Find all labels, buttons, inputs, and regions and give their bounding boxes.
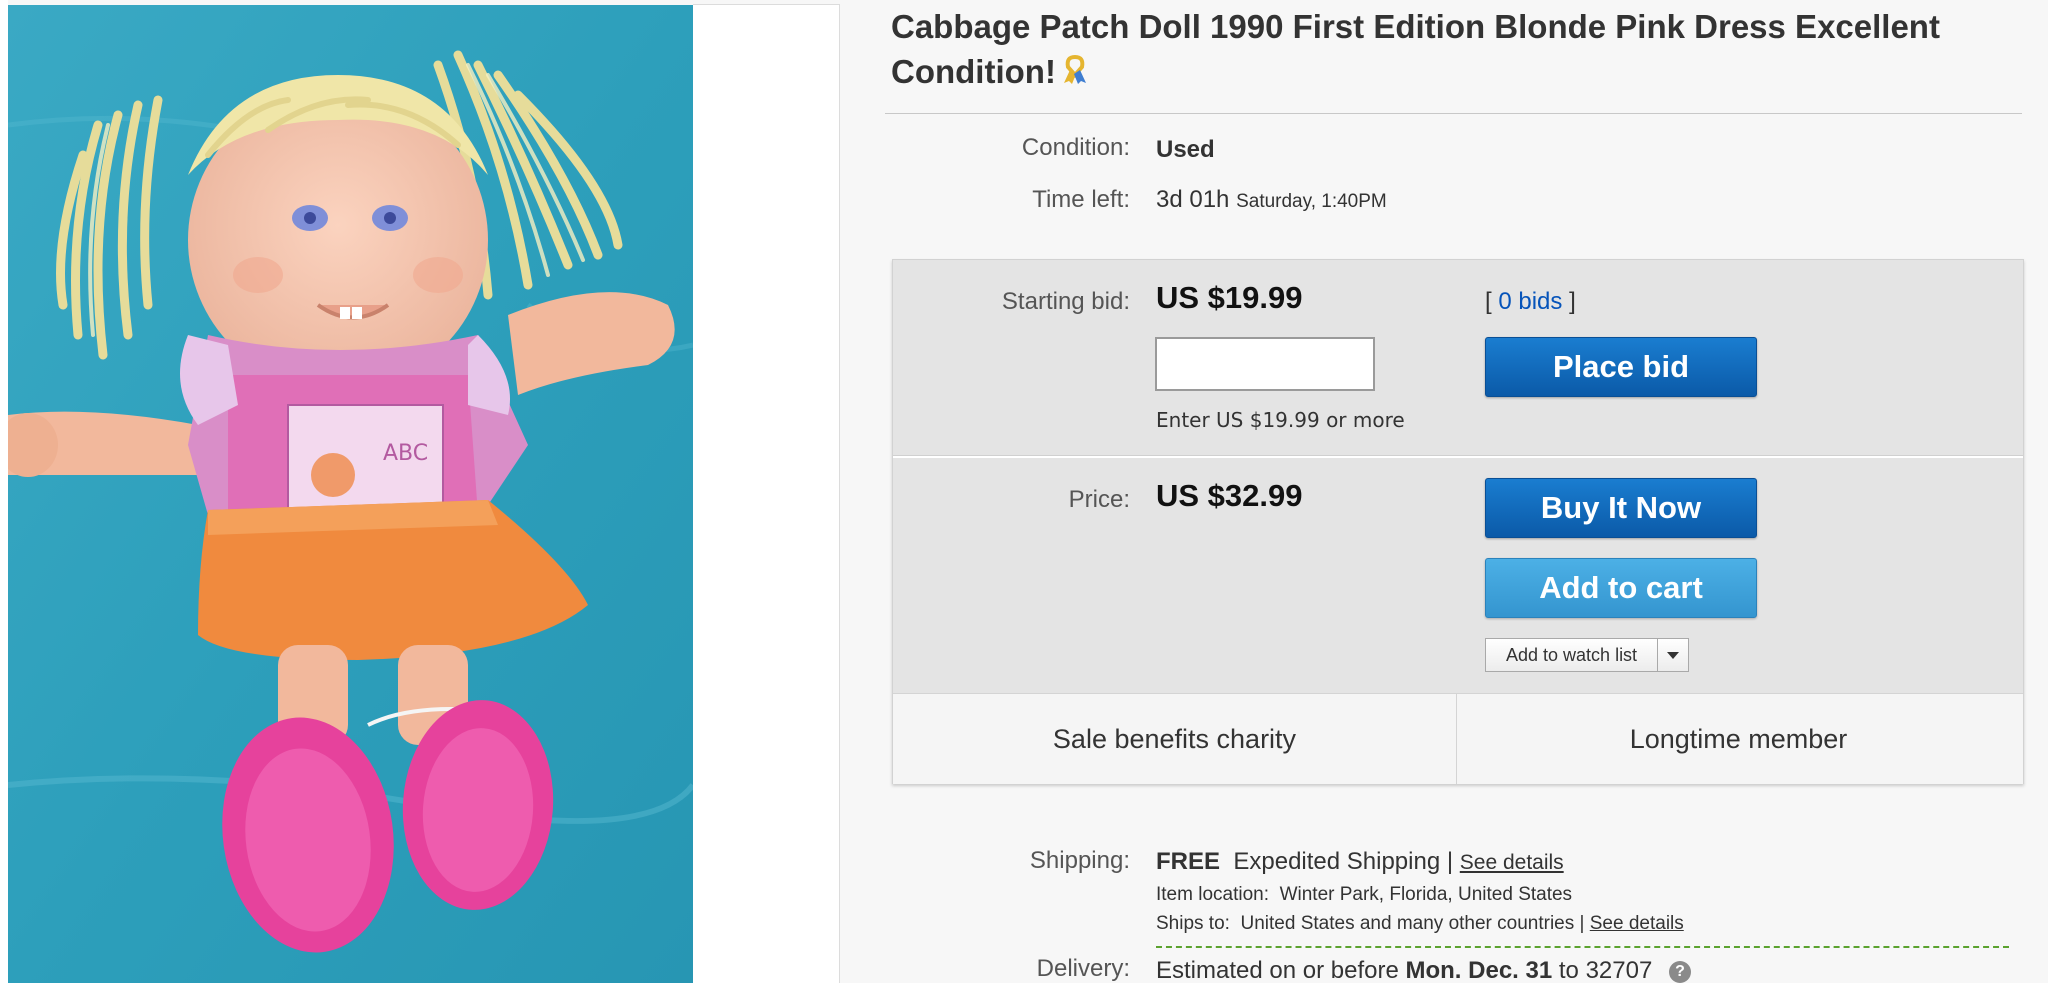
shipping-label: Shipping:: [1029, 847, 1130, 874]
title-divider: [885, 113, 2022, 114]
svg-text:ABC: ABC: [383, 441, 428, 466]
shipping-see-details-link[interactable]: See details: [1460, 851, 1564, 874]
item-location-label: Item location:: [1156, 884, 1269, 905]
add-to-cart-button[interactable]: Add to cart: [1485, 558, 1757, 618]
delivery-label: Delivery:: [1036, 955, 1130, 982]
delivery-date: Mon. Dec. 31: [1405, 957, 1553, 983]
bid-panel-footer: Sale benefits charity Longtime member: [893, 693, 2023, 784]
listing-title: Cabbage Patch Doll 1990 First Edition Bl…: [891, 4, 2031, 94]
bid-count-open: [: [1485, 288, 1492, 315]
bid-count: [ 0 bids ]: [1485, 288, 1576, 316]
bid-panel: Sale benefits charity Longtime member: [892, 259, 2024, 784]
bid-count-close: ]: [1569, 288, 1576, 315]
add-to-watch-list-button[interactable]: Add to watch list: [1486, 639, 1659, 671]
longtime-member[interactable]: Longtime member: [1457, 694, 2020, 784]
bid-amount-hint: Enter US $19.99 or more: [1156, 408, 1405, 432]
image-viewer-whitespace: [693, 4, 840, 983]
delivery-prefix: Estimated on or before: [1156, 957, 1399, 983]
item-location-value: Winter Park, Florida, United States: [1279, 884, 1573, 905]
time-left-end: Saturday, 1:40PM: [1236, 191, 1387, 212]
shipping-separator: |: [1446, 848, 1454, 875]
watch-list-dropdown-chevron-icon[interactable]: [1658, 639, 1688, 671]
time-left: 3d 01h Saturday, 1:40PM: [1156, 186, 1387, 214]
shipping-free: FREE: [1156, 848, 1221, 875]
price-label: Price:: [1068, 486, 1130, 513]
ships-to-separator: |: [1579, 913, 1585, 934]
ships-to-see-details-link[interactable]: See details: [1590, 913, 1684, 934]
ships-to: Ships to: United States and many other c…: [1156, 913, 1684, 935]
item-location: Item location: Winter Park, Florida, Uni…: [1156, 884, 1572, 906]
help-icon[interactable]: ?: [1668, 961, 1691, 983]
shipping-method: Expedited Shipping: [1233, 848, 1441, 875]
awareness-ribbon-icon: [1062, 51, 1088, 84]
bid-panel-divider: [893, 455, 2023, 458]
condition-label: Condition:: [1021, 134, 1130, 161]
ships-to-value: United States and many other countries: [1240, 913, 1575, 934]
sale-benefits-charity[interactable]: Sale benefits charity: [893, 694, 1456, 784]
delivery-zip[interactable]: 32707: [1586, 957, 1653, 983]
shipping-summary: FREE Expedited Shipping | See details: [1156, 848, 1564, 876]
starting-bid-label: Starting bid:: [1001, 288, 1130, 315]
bid-amount-input[interactable]: [1155, 337, 1375, 391]
time-left-label: Time left:: [1032, 186, 1130, 213]
listing-page: ABC Cabbage Patch Doll 1990 First Editio…: [0, 0, 2048, 983]
condition-value: Used: [1156, 136, 1215, 163]
left-gutter: [0, 0, 8, 983]
delivery-to: to: [1558, 957, 1579, 983]
add-to-watch-list: Add to watch list: [1485, 638, 1690, 672]
buy-now-price: US $32.99: [1156, 478, 1303, 513]
buy-it-now-button[interactable]: Buy It Now: [1485, 478, 1757, 538]
product-image[interactable]: ABC: [8, 5, 693, 983]
listing-title-text: Cabbage Patch Doll 1990 First Edition Bl…: [891, 8, 1940, 90]
shipping-divider: [1156, 946, 2009, 948]
starting-bid-price: US $19.99: [1156, 280, 1303, 315]
time-left-value: 3d 01h: [1156, 186, 1230, 213]
ships-to-label: Ships to:: [1156, 913, 1230, 934]
bid-count-link[interactable]: 0 bids: [1498, 288, 1562, 315]
delivery-estimate: Estimated on or before Mon. Dec. 31 to 3…: [1156, 957, 1691, 983]
place-bid-button[interactable]: Place bid: [1485, 337, 1757, 397]
